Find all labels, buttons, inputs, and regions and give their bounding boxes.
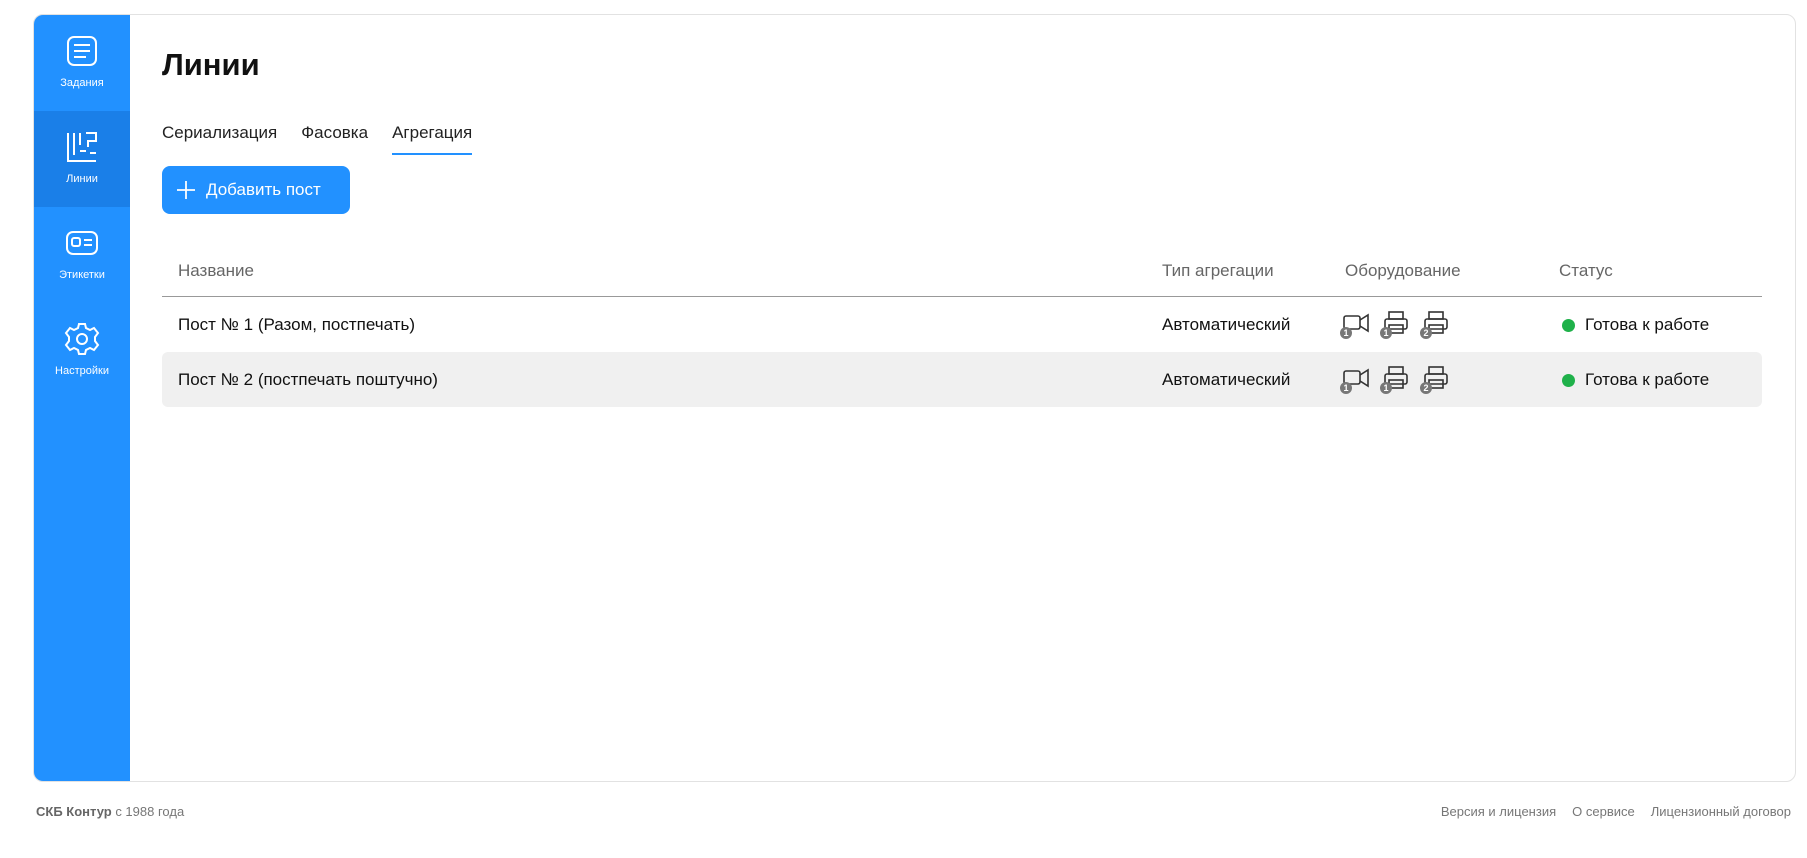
- sidebar-item-tasks[interactable]: Задания: [34, 15, 130, 111]
- main-content: Линии Сериализация Фасовка Агрегация Доб…: [130, 15, 1795, 781]
- footer-links: Версия и лицензия О сервисе Лицензионный…: [1441, 804, 1791, 819]
- footer-brand: СКБ Контур: [36, 804, 112, 819]
- equipment-badge: 2: [1420, 327, 1432, 339]
- app-frame: Задания Линии Этикетки Настройки Линии С…: [33, 14, 1796, 782]
- posts-table: Название Тип агрегации Оборудование Стат…: [162, 247, 1762, 407]
- sidebar: Задания Линии Этикетки Настройки: [34, 15, 130, 781]
- sidebar-item-label: Линии: [66, 173, 98, 185]
- status-text: Готова к работе: [1585, 315, 1710, 334]
- printer-icon: 2: [1420, 364, 1450, 394]
- add-post-button[interactable]: Добавить пост: [162, 166, 350, 214]
- status-dot-icon: [1562, 318, 1575, 332]
- gear-icon: [64, 323, 100, 355]
- equipment-badge: 2: [1420, 382, 1432, 394]
- printer-icon: 1: [1380, 309, 1410, 339]
- equipment-list: 1 1 2: [1340, 309, 1450, 339]
- column-header-name: Название: [178, 261, 254, 280]
- add-post-label: Добавить пост: [206, 180, 321, 199]
- equipment-badge: 1: [1380, 382, 1392, 394]
- status-text: Готова к работе: [1585, 370, 1710, 389]
- post-name: Пост № 2 (постпечать поштучно): [178, 370, 438, 389]
- column-header-status: Статус: [1559, 261, 1613, 280]
- sidebar-item-label: Этикетки: [59, 269, 105, 281]
- sidebar-item-label: Задания: [60, 77, 104, 89]
- footer-since: с 1988 года: [111, 804, 185, 819]
- sidebar-item-label: Настройки: [55, 365, 109, 377]
- status-badge: Готова к работе: [1562, 370, 1709, 390]
- aggregation-type: Автоматический: [1162, 315, 1291, 334]
- table-row[interactable]: Пост № 2 (постпечать поштучно) Автоматич…: [162, 352, 1762, 407]
- tasks-icon: [67, 36, 97, 66]
- printer-icon: 2: [1420, 309, 1450, 339]
- equipment-list: 1 1 2: [1340, 364, 1450, 394]
- tab-serialization[interactable]: Сериализация: [162, 123, 277, 155]
- equipment-badge: 1: [1380, 327, 1392, 339]
- equipment-badge: 1: [1340, 382, 1352, 394]
- footer-link-about[interactable]: О сервисе: [1572, 804, 1635, 819]
- tab-aggregation[interactable]: Агрегация: [392, 123, 473, 155]
- page-title: Линии: [162, 47, 260, 82]
- status-dot-icon: [1562, 373, 1575, 387]
- sidebar-item-settings[interactable]: Настройки: [34, 303, 130, 399]
- lines-icon: [67, 132, 97, 162]
- post-name: Пост № 1 (Разом, постпечать): [178, 315, 415, 334]
- column-header-type: Тип агрегации: [1162, 261, 1274, 280]
- printer-icon: 1: [1380, 364, 1410, 394]
- table-header: Название Тип агрегации Оборудование Стат…: [162, 247, 1762, 297]
- equipment-badge: 1: [1340, 327, 1352, 339]
- sidebar-item-labels[interactable]: Этикетки: [34, 207, 130, 303]
- aggregation-type: Автоматический: [1162, 370, 1291, 389]
- plus-icon: [177, 181, 195, 199]
- camera-icon: 1: [1340, 309, 1370, 339]
- tabs: Сериализация Фасовка Агрегация: [162, 123, 473, 155]
- footer-link-license[interactable]: Лицензионный договор: [1651, 804, 1791, 819]
- column-header-equipment: Оборудование: [1345, 261, 1461, 280]
- sidebar-item-lines[interactable]: Линии: [34, 111, 130, 207]
- footer: СКБ Контур с 1988 года Версия и лицензия…: [36, 804, 1791, 819]
- status-badge: Готова к работе: [1562, 315, 1709, 335]
- label-icon: [66, 231, 98, 255]
- tab-packing[interactable]: Фасовка: [301, 123, 368, 155]
- footer-link-version[interactable]: Версия и лицензия: [1441, 804, 1556, 819]
- table-row[interactable]: Пост № 1 (Разом, постпечать) Автоматичес…: [162, 297, 1762, 352]
- camera-icon: 1: [1340, 364, 1370, 394]
